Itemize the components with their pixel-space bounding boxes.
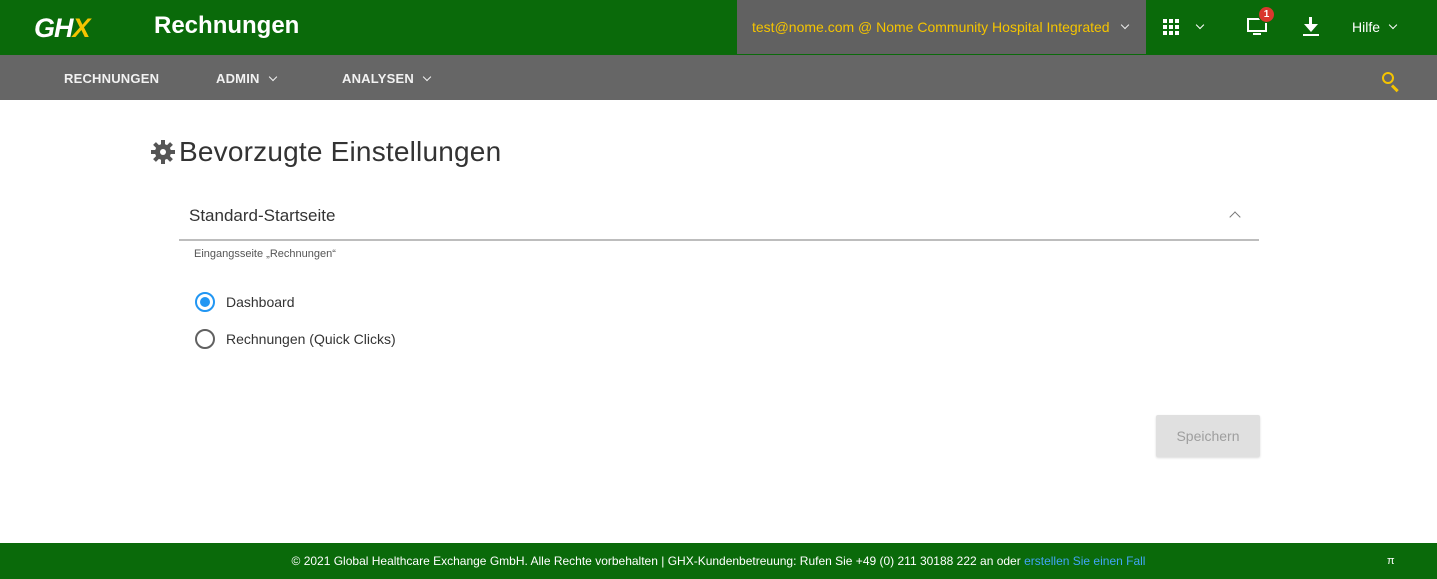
chevron-down-icon (1120, 20, 1129, 29)
help-menu-button[interactable]: Hilfe (1352, 18, 1398, 36)
logo-x: X (72, 12, 91, 43)
chevron-down-icon (1388, 20, 1398, 30)
apps-grid-icon (1163, 19, 1179, 35)
page-title: Bevorzugte Einstellungen (179, 136, 502, 167)
radio-option-rechnungen-quick-clicks[interactable]: Rechnungen (Quick Clicks) (195, 329, 396, 349)
download-button[interactable] (1301, 16, 1321, 38)
logo-text: GH (34, 12, 73, 43)
account-label: test@nome.com @ Nome Community Hospital … (752, 19, 1110, 35)
field-label: Eingangsseite „Rechnungen“ (194, 248, 336, 260)
radio-button[interactable] (195, 292, 215, 312)
section-header-standard-startseite[interactable]: Standard-Startseite (179, 199, 1259, 241)
radio-option-dashboard[interactable]: Dashboard (195, 292, 295, 312)
gear-icon (151, 140, 175, 164)
footer: © 2021 Global Healthcare Exchange GmbH. … (0, 543, 1437, 579)
nav-bar: RECHNUNGEN ADMIN ANALYSEN (0, 55, 1437, 100)
save-button[interactable]: Speichern (1156, 415, 1260, 457)
nav-item-label: ADMIN (216, 71, 260, 86)
nav-item-admin[interactable]: ADMIN (216, 71, 277, 86)
footer-copyright: © 2021 Global Healthcare Exchange GmbH. … (291, 554, 1025, 568)
app-title: Rechnungen (154, 12, 300, 39)
help-label: Hilfe (1352, 19, 1381, 35)
create-case-link[interactable]: erstellen Sie einen Fall (1024, 554, 1145, 568)
search-icon (1382, 72, 1394, 84)
radio-label: Dashboard (226, 294, 295, 310)
chevron-up-icon[interactable] (1229, 211, 1241, 223)
radio-label: Rechnungen (Quick Clicks) (226, 331, 396, 347)
ghx-logo[interactable]: GHX (34, 12, 91, 43)
top-bar: GHX Rechnungen test@nome.com @ Nome Comm… (0, 0, 1437, 55)
radio-button[interactable] (195, 329, 215, 349)
page-header: Bevorzugte Einstellungen (151, 136, 501, 168)
section-title: Standard-Startseite (189, 206, 336, 225)
notification-badge: 1 (1258, 6, 1275, 23)
nav-item-rechnungen[interactable]: RECHNUNGEN (64, 71, 159, 86)
nav-item-label: RECHNUNGEN (64, 71, 160, 86)
nav-item-analysen[interactable]: ANALYSEN (342, 71, 432, 86)
chevron-down-icon (268, 72, 277, 81)
chevron-down-icon (1195, 20, 1205, 30)
apps-menu-button[interactable] (1163, 17, 1213, 37)
account-dropdown[interactable]: test@nome.com @ Nome Community Hospital … (737, 0, 1146, 54)
nav-item-label: ANALYSEN (342, 71, 414, 86)
search-button[interactable] (1381, 71, 1401, 93)
pi-symbol[interactable]: π (1387, 555, 1395, 567)
footer-text-line: © 2021 Global Healthcare Exchange GmbH. … (0, 554, 1437, 568)
chevron-down-icon (422, 72, 432, 81)
